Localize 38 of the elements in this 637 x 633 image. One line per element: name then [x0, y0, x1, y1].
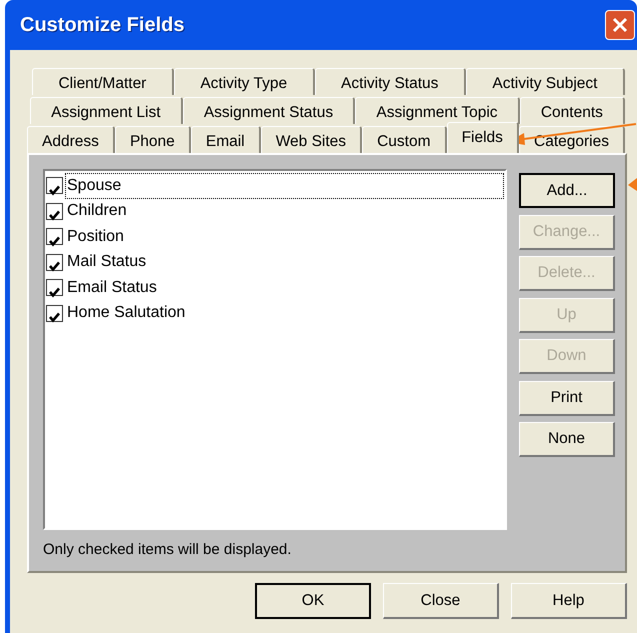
checkbox[interactable] — [46, 254, 63, 271]
window-title: Customize Fields — [20, 13, 184, 38]
tab[interactable]: Address — [27, 126, 115, 153]
checkbox[interactable] — [46, 202, 63, 220]
dialog-button[interactable]: Help — [511, 583, 627, 619]
tab[interactable]: Activity Subject — [466, 68, 625, 95]
dialog-button[interactable]: OK — [255, 583, 371, 619]
field-label: Children — [66, 201, 128, 222]
field-label: Mail Status — [66, 252, 148, 272]
tab[interactable]: Assignment Topic — [355, 97, 520, 124]
field-label: Home Salutation — [66, 303, 186, 324]
tab[interactable]: Client/Matter — [32, 68, 174, 95]
checkbox[interactable] — [46, 177, 63, 194]
dialog-button[interactable]: Close — [383, 583, 499, 619]
field-label: Email Status — [66, 278, 158, 298]
checkbox[interactable] — [46, 304, 63, 322]
checkbox[interactable] — [46, 228, 63, 246]
tab[interactable]: Custom — [362, 126, 447, 153]
tab[interactable]: Assignment Status — [182, 97, 356, 124]
tab[interactable]: Email — [190, 126, 261, 153]
field-label: Position — [66, 226, 125, 247]
close-button[interactable] — [605, 10, 635, 40]
tab[interactable]: Fields — [446, 122, 519, 153]
hint-text: Only checked items will be displayed. — [43, 541, 292, 558]
tab[interactable]: Assignment List — [30, 97, 183, 124]
side-button[interactable]: Print — [519, 380, 615, 416]
tab[interactable]: Contents — [520, 97, 626, 124]
tab[interactable]: Categories — [518, 126, 625, 153]
annotation-arrow — [628, 178, 637, 191]
checkbox[interactable] — [46, 279, 63, 296]
close-icon — [610, 15, 630, 35]
tab[interactable]: Web Sites — [260, 126, 362, 153]
tab[interactable]: Phone — [114, 126, 191, 153]
field-label: Spouse — [65, 172, 504, 199]
tab[interactable]: Activity Status — [314, 68, 466, 95]
tab[interactable]: Activity Type — [174, 68, 315, 95]
side-button[interactable]: None — [519, 422, 615, 457]
side-button[interactable]: Add... — [519, 173, 615, 208]
